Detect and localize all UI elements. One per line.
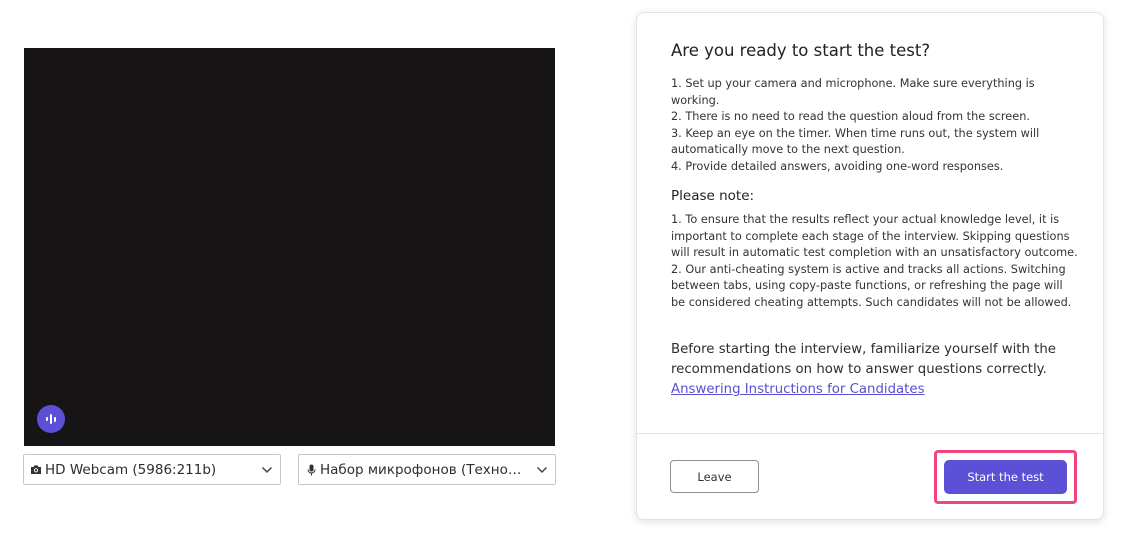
list-item: 3. Keep an eye on the timer. When time r… xyxy=(671,126,1040,157)
test-instructions-card: Are you ready to start the test? 1. Set … xyxy=(636,12,1104,520)
microphone-select[interactable]: Набор микрофонов (Технология Intel® Smar… xyxy=(298,454,556,485)
answering-instructions-link[interactable]: Answering Instructions for Candidates xyxy=(671,382,925,397)
list-item: 2. Our anti-cheating system is active an… xyxy=(671,262,1072,309)
camera-select-value: HD Webcam (5986:211b) xyxy=(45,461,217,478)
microphone-select-value: Набор микрофонов (Технология Intel® Smar… xyxy=(320,461,529,478)
recommendation-text: Before starting the interview, familiari… xyxy=(671,342,1056,377)
start-test-button[interactable]: Start the test xyxy=(944,460,1067,494)
list-item: 1. To ensure that the results reflect yo… xyxy=(671,213,1078,260)
start-button-highlight: Start the test xyxy=(934,450,1077,504)
camera-preview xyxy=(24,48,555,446)
note-heading: Please note: xyxy=(671,188,755,204)
chevron-down-icon xyxy=(260,463,274,477)
camera-select[interactable]: HD Webcam (5986:211b) xyxy=(23,454,281,485)
leave-button[interactable]: Leave xyxy=(670,460,759,493)
setup-steps-list: 1. Set up your camera and microphone. Ma… xyxy=(671,76,1079,176)
voice-waveform-icon xyxy=(46,414,56,424)
list-item: 2. There is no need to read the question… xyxy=(671,110,1030,124)
recommendation: Before starting the interview, familiari… xyxy=(671,340,1079,400)
list-item: 4. Provide detailed answers, avoiding on… xyxy=(671,159,1004,173)
audio-indicator xyxy=(37,405,65,433)
chevron-down-icon xyxy=(535,463,549,477)
card-title: Are you ready to start the test? xyxy=(671,41,931,60)
notes-list: 1. To ensure that the results reflect yo… xyxy=(671,212,1079,312)
microphone-icon xyxy=(305,464,317,476)
divider xyxy=(637,433,1103,434)
list-item: 1. Set up your camera and microphone. Ma… xyxy=(671,77,1035,107)
camera-icon xyxy=(30,464,42,476)
